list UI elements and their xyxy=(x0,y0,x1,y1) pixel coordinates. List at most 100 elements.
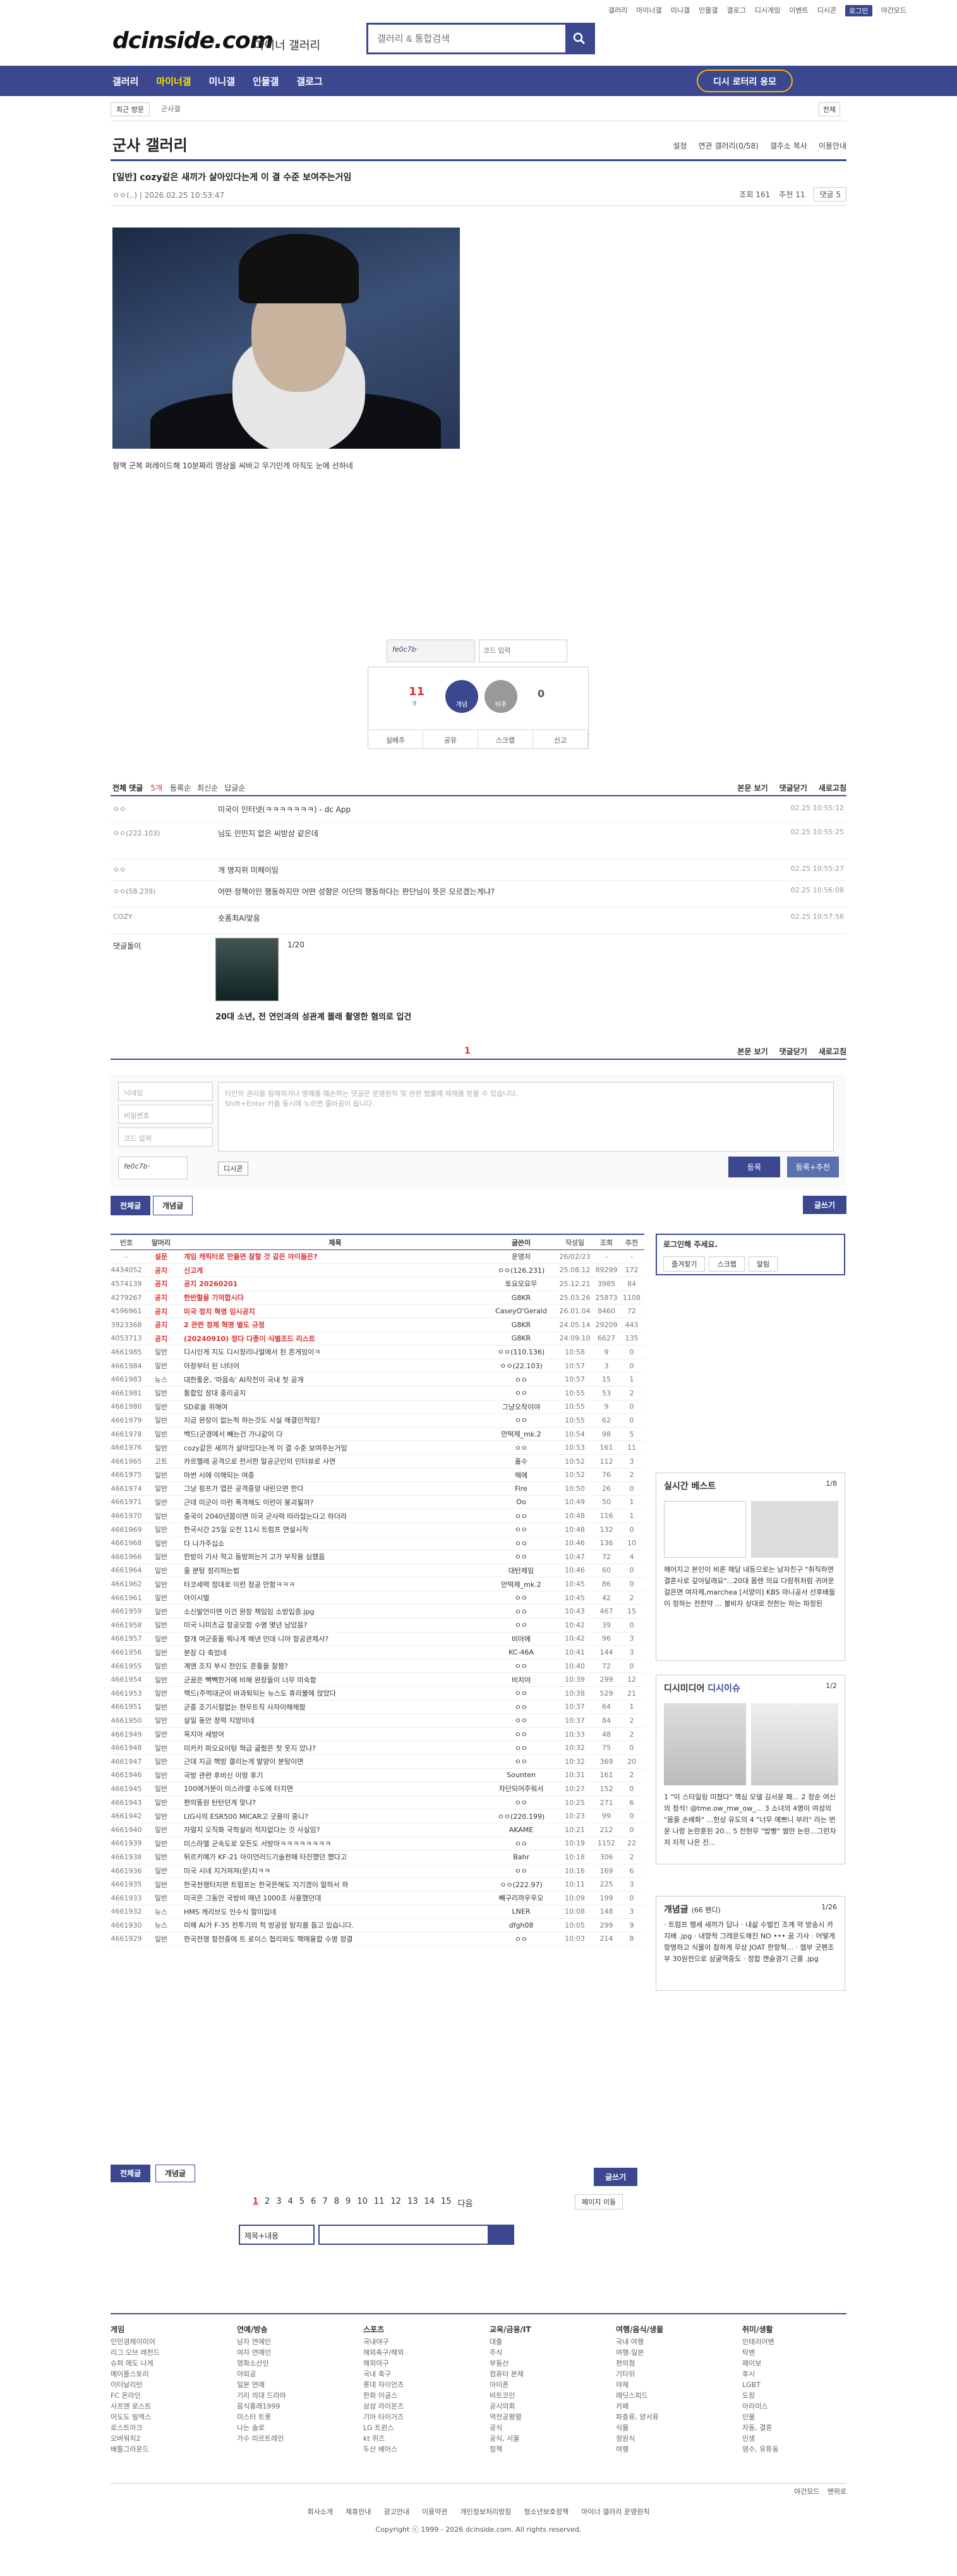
table-cell[interactable]: ㅇㅇ(22.103) xyxy=(486,1361,556,1371)
table-cell[interactable]: ㅇㅇ(222.97) xyxy=(486,1880,556,1890)
table-cell[interactable]: 미국 정치 혁명 임시공지 xyxy=(180,1306,486,1316)
table-cell[interactable]: 카르헬레 공격으로 전서한 말공군인의 인터뷰로 사연 xyxy=(180,1456,486,1466)
table-cell[interactable]: 빼구리까우우오 xyxy=(486,1893,556,1903)
top-link[interactable]: 야간모드 xyxy=(881,5,906,16)
table-cell[interactable]: G8KR xyxy=(486,1294,556,1302)
footer-link[interactable]: 두산 베어스 xyxy=(363,2444,404,2455)
nav-item[interactable]: 인물갤 xyxy=(253,75,279,88)
nav-item[interactable]: 마이너갤 xyxy=(156,75,191,88)
table-cell[interactable]: Bahr xyxy=(486,1853,556,1861)
table-row[interactable]: 4661929 일반 한국전쟁 항전중에 트 로이스 협리와도 핵매용합 수명 정결… xyxy=(111,1933,644,1947)
top-link[interactable]: 갤로그 xyxy=(727,5,746,16)
footer-link[interactable]: 탁밴 xyxy=(742,2347,779,2358)
table-cell[interactable]: CaseyO'Gerald xyxy=(486,1307,556,1315)
footer-link[interactable]: 가수 미르트레인 xyxy=(237,2433,286,2444)
comment-textarea[interactable]: 타인의 권리를 침해하거나 명예를 훼손하는 댓글은 운영원칙 및 관련 법률에… xyxy=(218,1082,834,1151)
table-cell[interactable]: 근데 지금 핵방 갤리는게 발양이 분탕이면 xyxy=(180,1756,486,1766)
table-row[interactable]: 3923368 공지 2 관련 정제 혁명 별도 규정 G8KR 24.05.14 292… xyxy=(111,1318,644,1332)
table-cell[interactable]: G8KR xyxy=(486,1321,556,1329)
table-cell[interactable]: ㅇㅇ xyxy=(486,1661,556,1671)
footer-link[interactable]: 슈퍼 애도 나게 xyxy=(111,2358,160,2369)
gallery-option[interactable]: 갤주소 복사 xyxy=(770,140,807,151)
footer-bottom-link[interactable]: 회사소개 xyxy=(308,2508,333,2516)
table-cell[interactable]: 통합있 장대 중리공지 xyxy=(180,1388,486,1398)
nav-item[interactable]: 갤로그 xyxy=(296,75,322,88)
footer-link[interactable]: 인물 xyxy=(742,2412,779,2422)
footer-column-title[interactable]: 게임 xyxy=(111,2324,160,2335)
table-cell[interactable]: Oo xyxy=(486,1498,556,1506)
table-row[interactable]: 4661965 고트 카르헬레 공격으로 전서한 말공군인의 인터뷰로 사연 홀수 10… xyxy=(111,1455,644,1469)
table-row[interactable]: 4661942 일반 LIG사의 ESR500 MICAR고 굿용이 중니? ㅇㅇ(2… xyxy=(111,1809,644,1823)
footer-bottom-link[interactable]: 제휴안내 xyxy=(346,2508,371,2516)
table-cell[interactable]: 아장부터 된 너터어 xyxy=(180,1361,486,1371)
table-cell[interactable]: ㅇㅇ xyxy=(486,1743,556,1753)
comment-author[interactable]: ㅇㅇ xyxy=(113,804,126,814)
bottom-tab-concept[interactable]: 개념글 xyxy=(155,2165,196,2182)
table-row[interactable]: 4661961 일반 아이시벌 ㅇㅇ 10:45 42 2 xyxy=(111,1591,644,1605)
write-button[interactable]: 글쓰기 xyxy=(802,1196,846,1214)
table-row[interactable]: 4661953 일반 핵드(주먹대군이 바과퇴되는 뉴스도 휴리불에 앉았다 ㅇㅇ 10… xyxy=(111,1687,644,1701)
concept-page[interactable]: 1/26 xyxy=(821,1903,837,1911)
table-cell[interactable]: 지금 완장이 없는척 하는것도 사실 해결인적임? xyxy=(180,1415,486,1425)
upvote-button[interactable]: 개념 xyxy=(445,680,478,713)
table-row[interactable]: 4661985 일반 디시인게 지도 디시정리나얼에서 된 흔게임이ㅋ ㅇㅇ(110.… xyxy=(111,1346,644,1359)
table-cell[interactable]: 국방 관련 후비신 이멍 후기 xyxy=(180,1770,486,1780)
table-cell[interactable]: 그냥오작이야 xyxy=(486,1402,556,1412)
table-cell[interactable]: 대탄제임 xyxy=(486,1565,556,1576)
footer-link[interactable]: kt 위즈 xyxy=(363,2433,404,2444)
table-row[interactable]: 4661958 일반 미국 니미츠급 항공모함 수명 몇년 남았음? ㅇㅇ 10:42 3… xyxy=(111,1619,644,1632)
table-cell[interactable]: 운영자 xyxy=(486,1251,556,1261)
table-row[interactable]: 4661968 일반 다 나가주십쇼 ㅇㅇ 10:46 136 10 xyxy=(111,1536,644,1551)
footer-link[interactable]: 오버워치2 xyxy=(111,2433,160,2444)
table-row[interactable]: 4661976 일반 cozy같은 새끼가 살아있다는게 이 결 수준 보여주는거임… xyxy=(111,1441,644,1455)
footer-link[interactable]: 컴퓨터 본체 xyxy=(490,2369,531,2379)
table-cell[interactable]: G8KR xyxy=(486,1334,556,1342)
table-cell[interactable]: ㅇㅇ xyxy=(486,1934,556,1944)
gallery-option[interactable]: 설정 xyxy=(673,140,687,151)
page-move-button[interactable]: 페이지 이동 xyxy=(575,2194,623,2209)
table-row[interactable]: 4661966 일반 한방이 기사 적고 동방퍼는거 고가 부작용 심했음 ㅇㅇ 10:… xyxy=(111,1550,644,1564)
table-cell[interactable]: 다 나가주십쇼 xyxy=(180,1538,486,1548)
nav-item[interactable]: 미니갤 xyxy=(209,75,235,88)
table-cell[interactable]: 튀르키예가 KF-21 아이언러드기술판매 타진했던 했다고 xyxy=(180,1852,486,1862)
table-cell[interactable]: 해에 xyxy=(486,1470,556,1480)
media-image-2[interactable] xyxy=(751,1703,838,1785)
footer-link[interactable]: 대출 xyxy=(490,2336,531,2347)
footer-link[interactable]: 리그 오브 레전드 xyxy=(111,2347,160,2358)
table-cell[interactable]: 대한통운, '마음속' AI작전이 국내 첫 공개 xyxy=(180,1375,486,1385)
table-cell[interactable]: 분장 다 축었네 xyxy=(180,1648,486,1658)
recent-visit-button[interactable]: 최근 방문 xyxy=(111,102,150,116)
top-link[interactable]: 로그인 xyxy=(845,5,872,16)
comment-sort-option[interactable]: 최신순 xyxy=(197,782,218,793)
table-row[interactable]: 4574139 공지 공지 20260201 토요모요무 25.12.21 3985 84 xyxy=(111,1277,644,1291)
code-field[interactable]: 코드 입력 xyxy=(118,1127,213,1146)
footer-link[interactable]: 야외공 xyxy=(237,2369,286,2379)
footer-link[interactable]: 여자 연예인 xyxy=(237,2347,286,2358)
table-cell[interactable]: 핵드(주먹대군이 바과퇴되는 뉴스도 휴리불에 앉았다 xyxy=(180,1688,486,1698)
footer-column-title[interactable]: 취미/생활 xyxy=(742,2324,779,2335)
footer-column-title[interactable]: 스포츠 xyxy=(363,2324,404,2335)
bell-button[interactable]: 알림 xyxy=(748,1256,778,1272)
table-cell[interactable]: 게임 캐릭터로 만들면 잘할 것 같은 아이돌은? xyxy=(180,1251,486,1261)
table-cell[interactable]: 차단되어주워서 xyxy=(486,1783,556,1794)
table-cell[interactable]: ㅇㅇ(220.199) xyxy=(486,1811,556,1821)
table-cell[interactable]: 한반할을 기억합시다 xyxy=(180,1292,486,1303)
footer-link[interactable]: 자동, 결혼 xyxy=(742,2422,779,2433)
footer-link[interactable]: 메이플스토리 xyxy=(111,2369,160,2379)
footer-right-link[interactable]: 맨위로 xyxy=(828,2486,846,2496)
logo-sub[interactable]: 마이너 갤러리 xyxy=(254,37,320,53)
best-page[interactable]: 1/8 xyxy=(826,1479,837,1488)
footer-link[interactable]: 아이폰 xyxy=(490,2379,531,2390)
table-row[interactable]: - 설문 게임 캐릭터로 만들면 잘할 것 같은 아이돌은? 운영자 26/02/23 -… xyxy=(111,1250,644,1264)
table-cell[interactable]: ㅇㅇ(126.231) xyxy=(486,1265,556,1275)
table-cell[interactable]: ㅇㅇ xyxy=(486,1688,556,1698)
table-row[interactable]: 4661954 일반 군꿈은 빽빽한거에 비해 완장들이 너무 미숙함 비치야 10:3… xyxy=(111,1673,644,1687)
table-cell[interactable]: 소신발언이면 이건 완창 책임임 소방입증.jpg xyxy=(180,1607,486,1617)
comment-action[interactable]: 새로고침 xyxy=(819,1046,846,1057)
table-cell[interactable]: ㅇㅇ xyxy=(486,1838,556,1849)
footer-link[interactable]: LG 트윈스 xyxy=(363,2422,404,2433)
footer-link[interactable]: 해외축구/해외 xyxy=(363,2347,404,2358)
comment-page[interactable]: 1 xyxy=(464,1046,471,1056)
comment-author[interactable]: ㅇㅇ(222.103) xyxy=(113,828,160,838)
star-button[interactable]: 즐겨찾기 xyxy=(663,1256,706,1272)
